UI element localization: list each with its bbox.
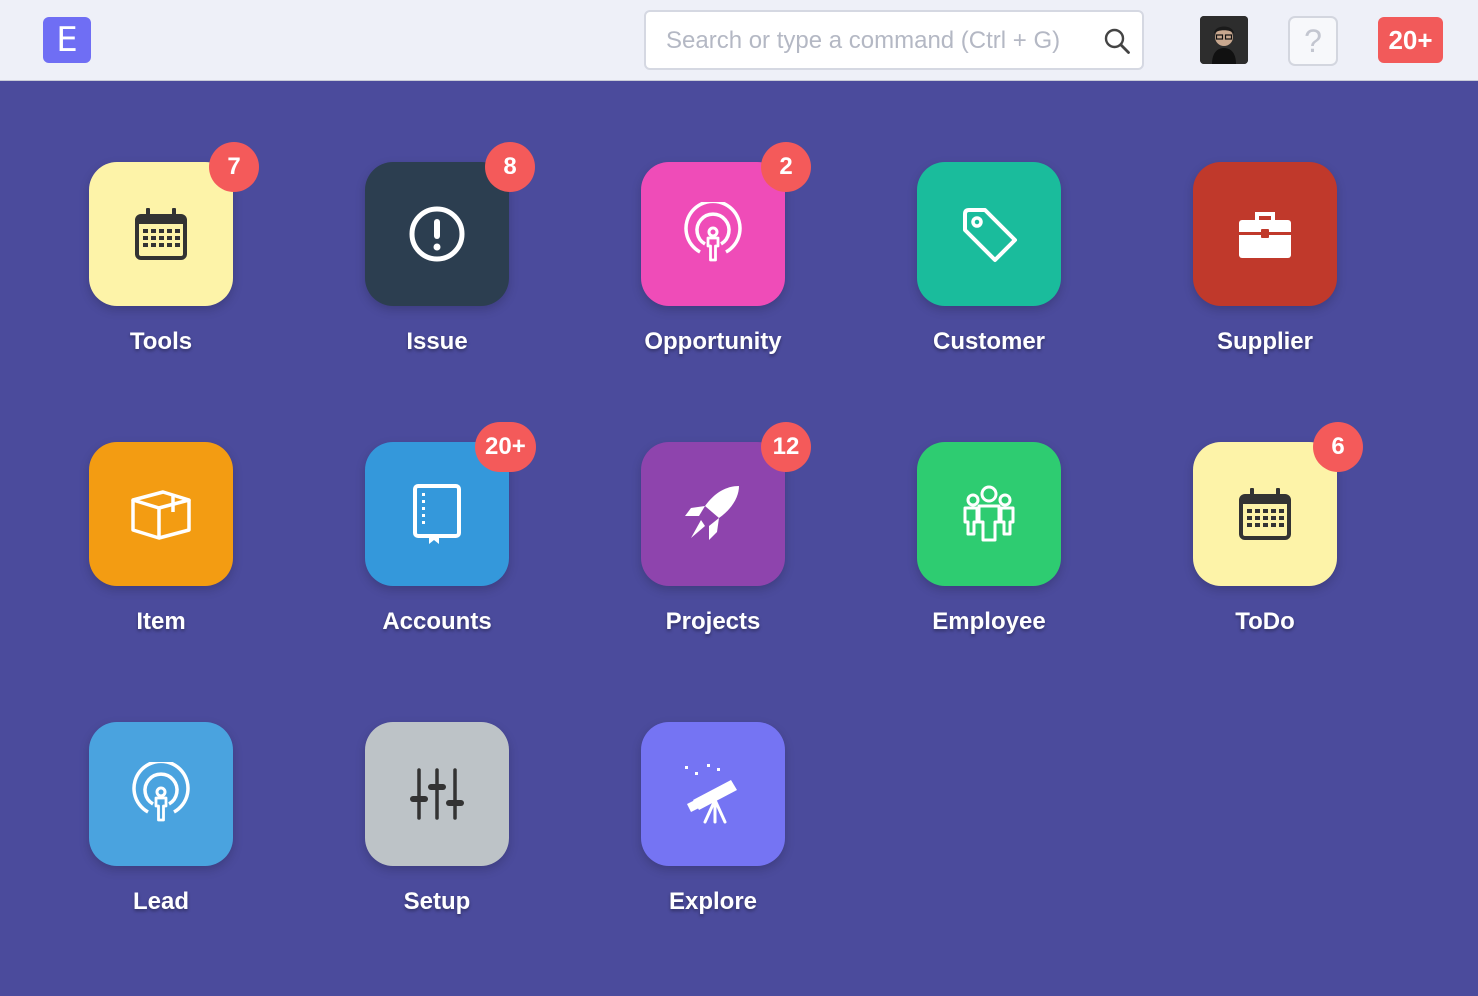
module-issue[interactable]: 8 Issue (337, 142, 537, 382)
box-icon (131, 490, 191, 540)
module-tools[interactable]: 7 Tools (61, 142, 261, 382)
module-projects-label: Projects (665, 608, 761, 635)
module-employee-tile[interactable] (917, 442, 1061, 586)
people-icon (963, 485, 1015, 542)
top-navbar: E ? 20+ (0, 0, 1478, 81)
module-customer-label: Customer (932, 328, 1046, 355)
book-icon (413, 484, 461, 544)
user-avatar[interactable] (1200, 16, 1248, 64)
broadcast-person-icon (132, 762, 190, 822)
module-item[interactable]: Item (61, 442, 261, 662)
module-issue-label: Issue (406, 328, 468, 355)
module-accounts-badge: 20+ (475, 422, 536, 472)
sliders-icon (410, 768, 464, 820)
module-lead-label: Lead (132, 888, 189, 915)
calendar-icon (1239, 488, 1291, 540)
module-tools-label: Tools (129, 328, 193, 355)
module-supplier-tile[interactable] (1193, 162, 1337, 306)
module-setup-tile[interactable] (365, 722, 509, 866)
module-explore[interactable]: Explore (613, 722, 813, 942)
module-opportunity-tile[interactable] (641, 162, 785, 306)
notifications-button[interactable]: 20+ (1378, 17, 1443, 63)
module-todo-label: ToDo (1235, 608, 1295, 635)
search-input[interactable] (664, 12, 1088, 70)
broadcast-person-icon (684, 202, 742, 262)
calendar-icon (135, 208, 187, 260)
module-item-tile[interactable] (89, 442, 233, 586)
module-issue-tile[interactable] (365, 162, 509, 306)
module-todo-badge: 6 (1313, 422, 1363, 472)
alert-circle-icon (409, 206, 465, 262)
module-projects-tile[interactable] (641, 442, 785, 586)
module-opportunity-label: Opportunity (644, 328, 782, 355)
search-icon[interactable] (1102, 26, 1132, 56)
module-issue-badge: 8 (485, 142, 535, 192)
module-grid: 7 Tools 8 Issue 2 Opportunity Customer S… (0, 81, 1478, 996)
module-projects[interactable]: 12 Projects (613, 422, 813, 662)
module-supplier[interactable]: Supplier (1165, 162, 1365, 382)
avatar-photo (1200, 16, 1248, 64)
module-todo[interactable]: 6 ToDo (1165, 422, 1365, 662)
tag-icon (963, 208, 1017, 262)
module-employee[interactable]: Employee (889, 442, 1089, 662)
module-employee-label: Employee (932, 608, 1046, 635)
module-explore-tile[interactable] (641, 722, 785, 866)
module-item-label: Item (136, 608, 186, 635)
search-bar[interactable] (644, 10, 1144, 70)
module-explore-label: Explore (668, 888, 758, 915)
module-todo-tile[interactable] (1193, 442, 1337, 586)
module-opportunity-badge: 2 (761, 142, 811, 192)
module-tools-badge: 7 (209, 142, 259, 192)
module-lead[interactable]: Lead (61, 722, 261, 942)
module-opportunity[interactable]: 2 Opportunity (613, 142, 813, 382)
module-customer-tile[interactable] (917, 162, 1061, 306)
module-accounts-label: Accounts (382, 608, 492, 635)
telescope-icon (685, 764, 737, 824)
module-projects-badge: 12 (761, 422, 811, 472)
module-tools-tile[interactable] (89, 162, 233, 306)
module-accounts[interactable]: 20+ Accounts (337, 422, 537, 662)
module-supplier-label: Supplier (1216, 328, 1313, 355)
module-setup-label: Setup (403, 888, 471, 915)
briefcase-icon (1239, 212, 1291, 258)
module-customer[interactable]: Customer (889, 162, 1089, 382)
module-lead-tile[interactable] (89, 722, 233, 866)
module-setup[interactable]: Setup (337, 722, 537, 942)
app-logo[interactable]: E (43, 17, 91, 63)
rocket-icon (685, 486, 739, 540)
help-button[interactable]: ? (1288, 16, 1338, 66)
